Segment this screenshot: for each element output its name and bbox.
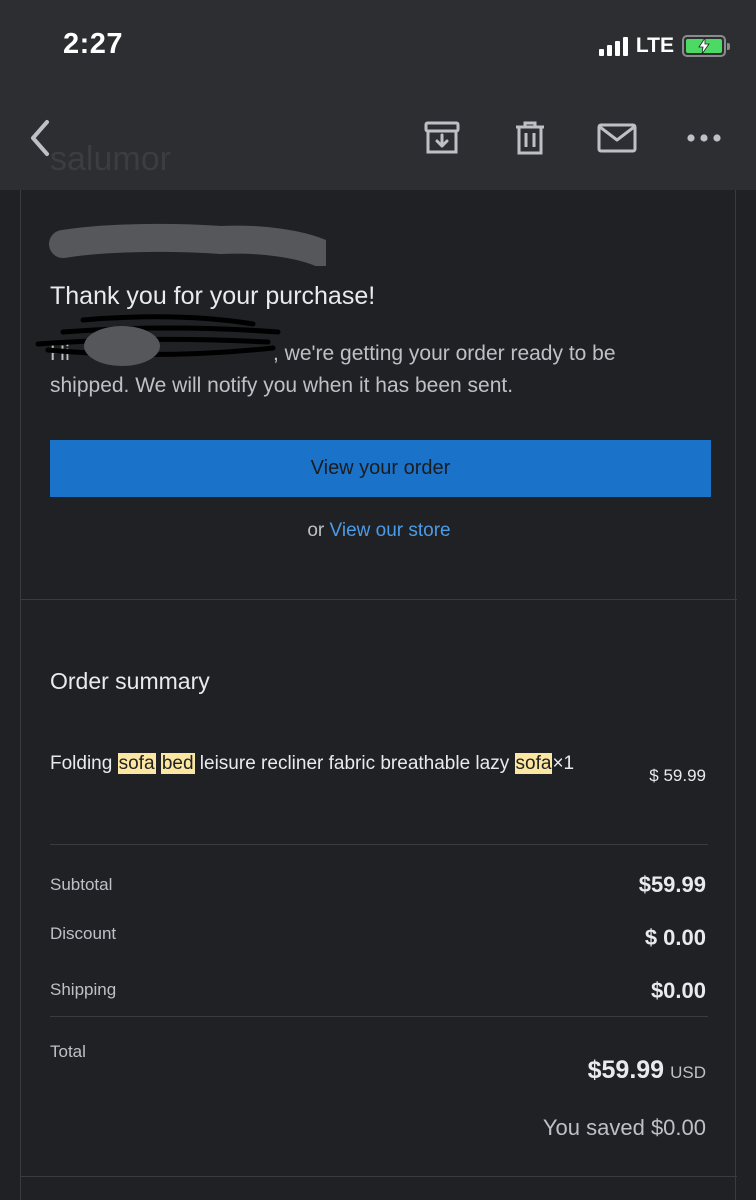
total-divider	[50, 1016, 708, 1017]
shipping-label: Shipping	[50, 980, 117, 999]
total-currency: USD	[670, 1063, 706, 1082]
redaction-scribble	[35, 314, 281, 366]
top-bar: 2:27 LTE salumor	[0, 0, 756, 190]
discount-label: Discount	[50, 924, 117, 943]
order-item-price: $ 59.99	[649, 766, 706, 785]
chevron-left-icon	[31, 120, 49, 156]
order-summary-title: Order summary	[50, 668, 210, 694]
total-value: $59.99 USD	[588, 1056, 706, 1085]
trash-icon	[516, 121, 544, 155]
more-horizontal-icon	[687, 134, 721, 142]
signal-icon	[598, 36, 628, 56]
view-store-link[interactable]: View our store	[330, 520, 451, 541]
sender-name: salumor	[50, 140, 171, 178]
archive-button[interactable]	[420, 116, 464, 160]
total-amount: $59.99	[587, 1056, 665, 1084]
mark-unread-button[interactable]	[595, 116, 639, 160]
mail-icon	[597, 123, 637, 153]
email-headline: Thank you for your purchase!	[50, 282, 376, 310]
delete-button[interactable]	[508, 116, 552, 160]
more-button[interactable]	[682, 116, 726, 160]
email-body: Thank you for your purchase! Hi , we're …	[20, 190, 737, 1200]
order-item-title: Folding sofa bed leisure recliner fabric…	[50, 750, 590, 777]
item-title-text: ×1	[552, 753, 575, 774]
status-time: 2:27	[63, 28, 124, 60]
store-line: or View our store	[21, 520, 737, 542]
greeting-text: Hi , we're getting your order ready to b…	[35, 314, 690, 402]
saved-text: You saved $0.00	[542, 1115, 706, 1140]
search-highlight: sofa	[514, 753, 553, 774]
network-label: LTE	[635, 34, 674, 57]
summary-divider	[50, 844, 708, 845]
discount-value: $ 0.00	[644, 925, 706, 950]
back-button[interactable]	[18, 116, 62, 160]
search-highlight: bed	[160, 753, 195, 774]
section-divider	[21, 599, 737, 600]
view-order-button[interactable]: View your order	[50, 440, 711, 497]
total-label: Total	[50, 1042, 86, 1061]
battery-charging-icon	[682, 35, 730, 57]
archive-icon	[424, 121, 460, 154]
redaction-mark	[49, 223, 326, 266]
subtotal-value: $59.99	[638, 872, 706, 897]
status-indicators: LTE	[598, 33, 730, 59]
item-title-text: Folding	[50, 753, 118, 774]
item-title-text: leisure recliner fabric breathable lazy	[194, 753, 515, 774]
subtotal-label: Subtotal	[50, 875, 113, 894]
shipping-value: $0.00	[650, 978, 706, 1003]
store-prefix: or	[307, 520, 325, 541]
search-highlight: sofa	[117, 753, 156, 774]
bottom-divider	[21, 1176, 737, 1177]
